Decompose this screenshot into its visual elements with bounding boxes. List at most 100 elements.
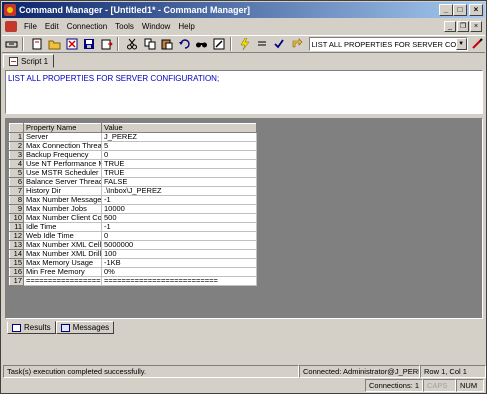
child-restore-button[interactable]: ❐ [457, 21, 469, 32]
property-name-cell[interactable]: ===================== [23, 276, 102, 286]
menu-file[interactable]: File [20, 22, 41, 31]
value-cell[interactable]: -1 [101, 222, 257, 232]
column-header-value[interactable]: Value [101, 123, 257, 133]
new-icon[interactable] [29, 37, 44, 51]
property-name-cell[interactable]: Balance Server Threads [23, 177, 102, 187]
table-row[interactable]: 16 Min Free Memory 0% [9, 267, 257, 277]
child-minimize-button[interactable]: _ [444, 21, 456, 32]
value-cell[interactable]: 5000000 [101, 240, 257, 250]
menu-window[interactable]: Window [138, 22, 174, 31]
clear-icon[interactable] [470, 37, 485, 51]
property-name-cell[interactable]: Idle Time [23, 222, 102, 232]
script-editor[interactable]: LIST ALL PROPERTIES FOR SERVER CONFIGURA… [5, 70, 483, 114]
row-number[interactable]: 17 [9, 276, 24, 286]
row-number[interactable]: 4 [9, 159, 24, 169]
table-row[interactable]: 9 Max Number Jobs 10000 [9, 204, 257, 214]
row-number[interactable]: 16 [9, 267, 24, 277]
table-row[interactable]: 2 Max Connection Thread 5 [9, 141, 257, 151]
tab-script-1[interactable]: Script 1 [3, 54, 55, 68]
property-name-cell[interactable]: History Dir [23, 186, 102, 196]
value-cell[interactable]: TRUE [101, 159, 257, 169]
property-name-cell[interactable]: Max Number XML Drill P [23, 249, 102, 259]
column-header-property-name[interactable]: Property Name [23, 123, 102, 133]
cut-icon[interactable] [124, 37, 139, 51]
row-number[interactable]: 7 [9, 186, 24, 196]
value-cell[interactable]: TRUE [101, 168, 257, 178]
property-name-cell[interactable]: Max Number Messages [23, 195, 102, 205]
connect-icon[interactable] [4, 37, 19, 51]
value-cell[interactable]: 500 [101, 213, 257, 223]
value-cell[interactable]: -1 [101, 195, 257, 205]
property-name-cell[interactable]: Use MSTR Scheduler [23, 168, 102, 178]
table-row[interactable]: 12 Web Idle Time 0 [9, 231, 257, 241]
table-row[interactable]: 5 Use MSTR Scheduler TRUE [9, 168, 257, 178]
value-cell[interactable]: 0 [101, 231, 257, 241]
property-name-cell[interactable]: Max Memory Usage [23, 258, 102, 268]
property-name-cell[interactable]: Use NT Performance Mc [23, 159, 102, 169]
property-name-cell[interactable]: Min Free Memory [23, 267, 102, 277]
stop-icon[interactable] [254, 37, 269, 51]
value-cell[interactable]: ========================== [101, 276, 257, 286]
property-name-cell[interactable]: Max Number Client Conn [23, 213, 102, 223]
document-icon[interactable] [5, 21, 17, 32]
title-bar[interactable]: Command Manager - [Untitled1* - Command … [2, 2, 485, 18]
table-row[interactable]: 13 Max Number XML Cells 5000000 [9, 240, 257, 250]
table-row[interactable]: 4 Use NT Performance Mc TRUE [9, 159, 257, 169]
value-cell[interactable]: J_PEREZ [101, 132, 257, 142]
script-history-combo[interactable]: LIST ALL PROPERTIES FOR SERVER CONFIGU ▼ [308, 37, 468, 51]
value-cell[interactable]: 100 [101, 249, 257, 259]
table-row[interactable]: 14 Max Number XML Drill P 100 [9, 249, 257, 259]
value-cell[interactable]: FALSE [101, 177, 257, 187]
close-button[interactable]: × [469, 4, 483, 16]
row-number[interactable]: 2 [9, 141, 24, 151]
table-row[interactable]: 3 Backup Frequency 0 [9, 150, 257, 160]
paste-icon[interactable] [159, 37, 174, 51]
minimize-button[interactable]: _ [439, 4, 453, 16]
row-number[interactable]: 10 [9, 213, 24, 223]
execute-icon[interactable] [237, 37, 252, 51]
save-icon[interactable] [82, 37, 97, 51]
tab-results[interactable]: Results [7, 321, 56, 334]
property-name-cell[interactable]: Max Number XML Cells [23, 240, 102, 250]
row-number[interactable]: 1 [9, 132, 24, 142]
table-row[interactable]: 17 ================= =====================… [9, 276, 257, 286]
value-cell[interactable]: -1KB [101, 258, 257, 268]
table-row[interactable]: 8 Max Number Messages -1 [9, 195, 257, 205]
row-number[interactable]: 12 [9, 231, 24, 241]
row-number[interactable]: 3 [9, 150, 24, 160]
edit-icon[interactable] [211, 37, 226, 51]
value-cell[interactable]: 10000 [101, 204, 257, 214]
row-number[interactable]: 5 [9, 168, 24, 178]
table-row[interactable]: 6 Balance Server Threads FALSE [9, 177, 257, 187]
menu-edit[interactable]: Edit [41, 22, 63, 31]
row-number[interactable]: 9 [9, 204, 24, 214]
menu-connection[interactable]: Connection [63, 22, 111, 31]
table-row[interactable]: 15 Max Memory Usage -1KB [9, 258, 257, 268]
row-number[interactable]: 13 [9, 240, 24, 250]
property-name-cell[interactable]: Server [23, 132, 102, 142]
row-number[interactable]: 8 [9, 195, 24, 205]
property-name-cell[interactable]: Web Idle Time [23, 231, 102, 241]
find-icon[interactable] [194, 37, 209, 51]
value-cell[interactable]: 5 [101, 141, 257, 151]
table-row[interactable]: 10Max Number Client Conn500 [9, 213, 257, 223]
refresh-icon[interactable] [289, 37, 304, 51]
table-row[interactable]: 11 Idle Time -1 [9, 222, 257, 232]
maximize-button[interactable]: □ [453, 4, 467, 16]
value-cell[interactable]: 0% [101, 267, 257, 277]
copy-icon[interactable] [142, 37, 157, 51]
check-icon[interactable] [272, 37, 287, 51]
chevron-down-icon[interactable]: ▼ [455, 38, 467, 50]
row-number[interactable]: 14 [9, 249, 24, 259]
property-name-cell[interactable]: Backup Frequency [23, 150, 102, 160]
menu-help[interactable]: Help [174, 22, 198, 31]
undo-icon[interactable] [177, 37, 192, 51]
menu-tools[interactable]: Tools [111, 22, 138, 31]
value-cell[interactable]: .\Inbox\J_PEREZ [101, 186, 257, 196]
open-icon[interactable] [47, 37, 62, 51]
app-icon[interactable] [4, 4, 16, 16]
row-number[interactable]: 15 [9, 258, 24, 268]
table-row[interactable]: 1 Server J_PEREZ [9, 132, 257, 142]
child-close-button[interactable]: × [470, 21, 482, 32]
value-cell[interactable]: 0 [101, 150, 257, 160]
